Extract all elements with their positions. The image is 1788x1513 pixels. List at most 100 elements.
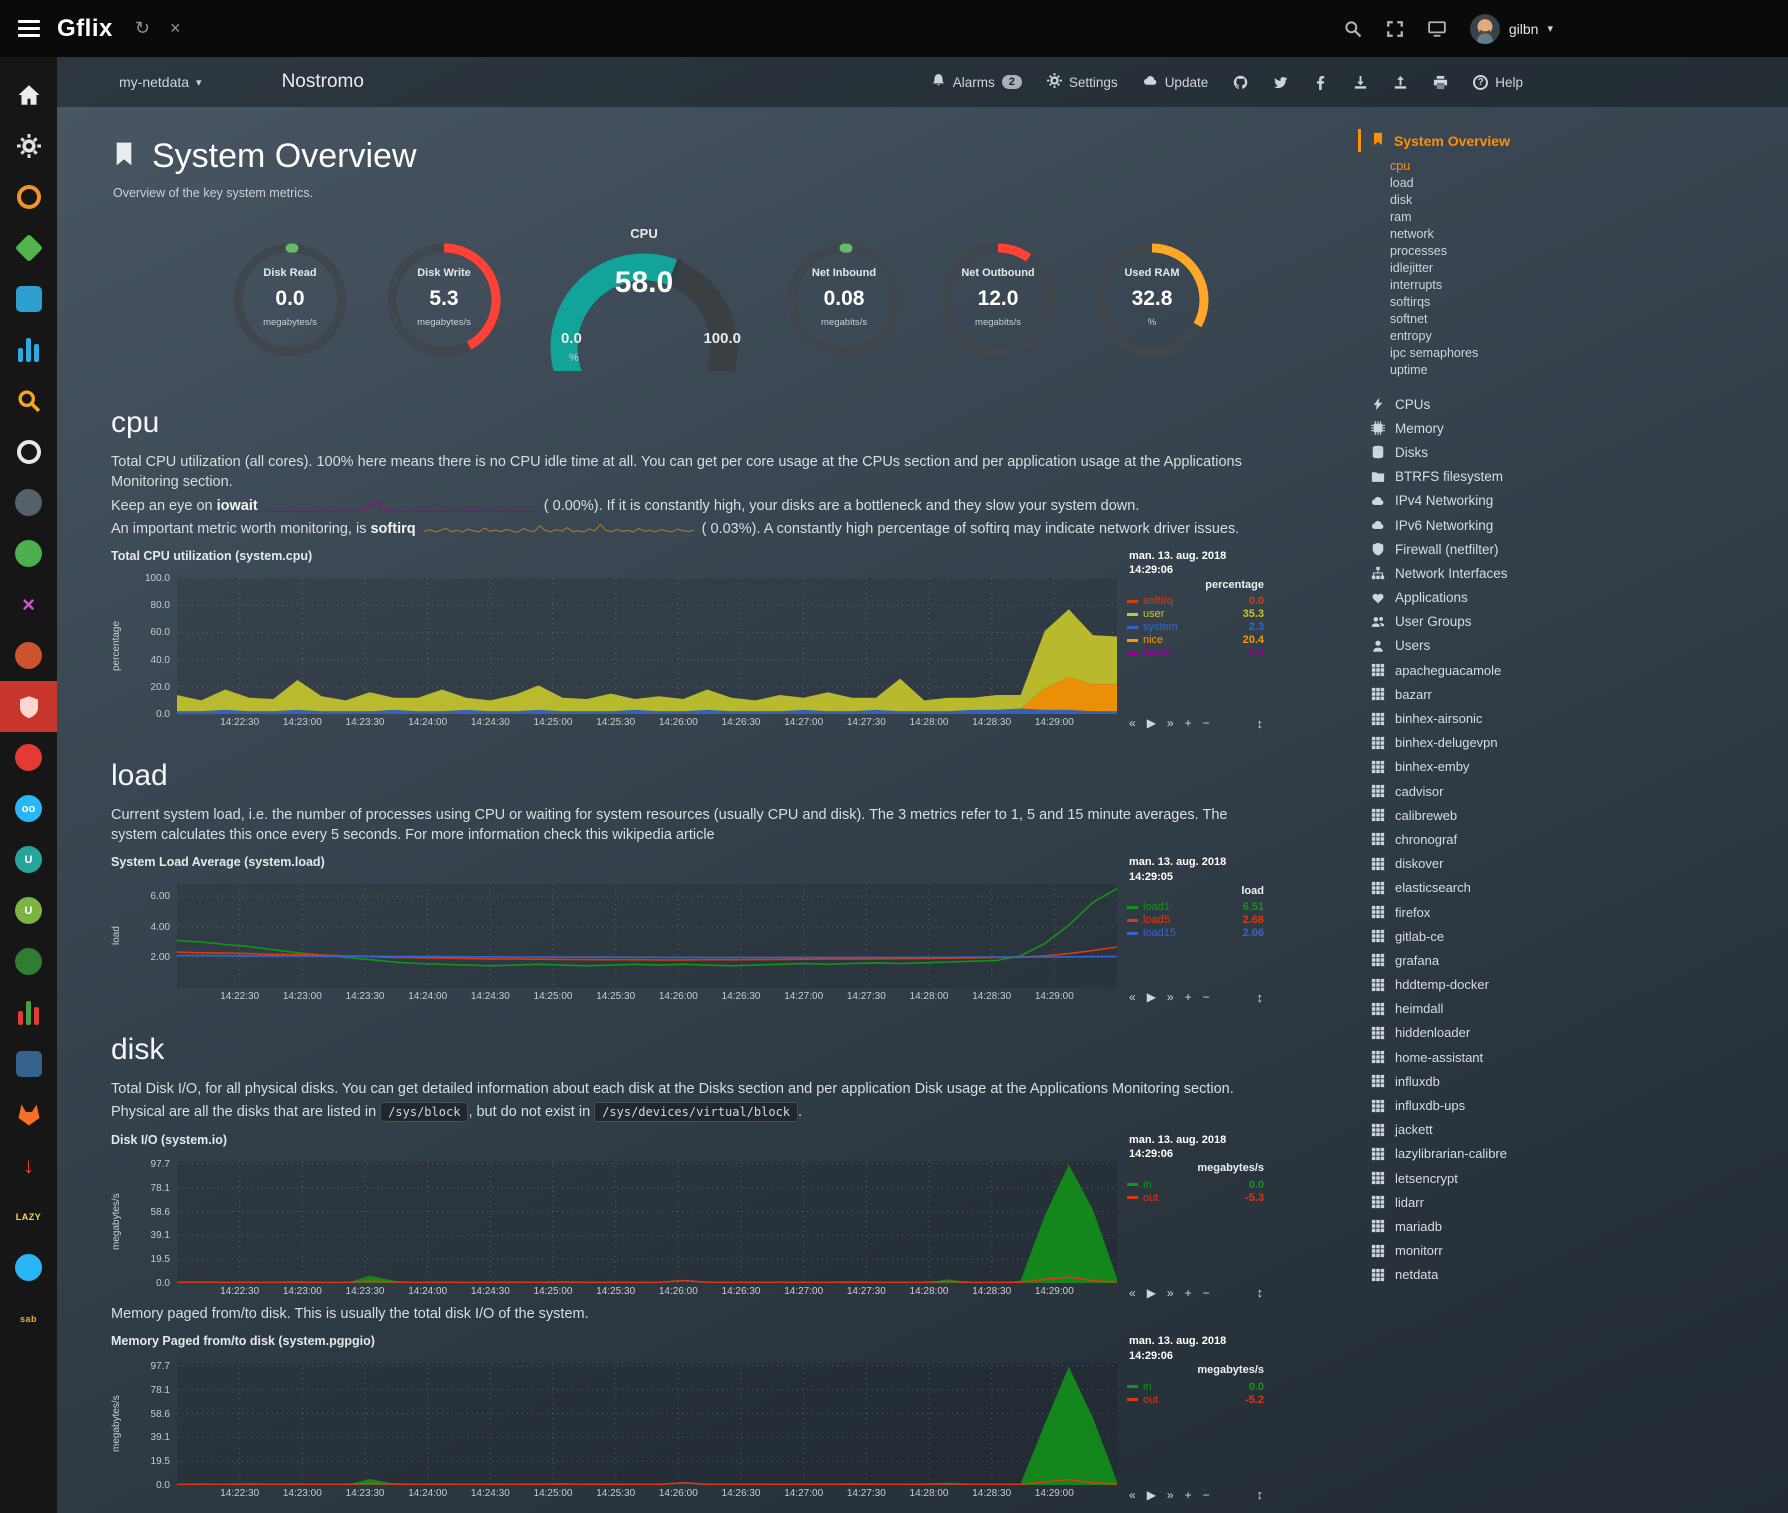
nav-sub-idlejitter[interactable]: idlejitter (1390, 259, 1788, 276)
nav-app-firefox[interactable]: firefox (1358, 900, 1788, 924)
nav-sub-cpu[interactable]: cpu (1390, 157, 1788, 174)
red-dots-app-icon[interactable] (0, 732, 57, 783)
nav-section-disks[interactable]: Disks (1358, 440, 1788, 464)
display-icon[interactable] (1428, 20, 1446, 38)
lazylibrarian-app-icon[interactable]: LAZY (0, 1191, 57, 1242)
nav-app-calibreweb[interactable]: calibreweb (1358, 803, 1788, 827)
nav-app-monitorr[interactable]: monitorr (1358, 1239, 1788, 1263)
nav-app-elasticsearch[interactable]: elasticsearch (1358, 876, 1788, 900)
nav-app-letsencrypt[interactable]: letsencrypt (1358, 1166, 1788, 1190)
chart-zoom-in-button[interactable]: + (1185, 717, 1192, 729)
refresh-tab-icon[interactable]: ↻ (135, 18, 150, 39)
import-snapshot-icon[interactable] (1353, 75, 1368, 90)
sabnzbd-app-icon[interactable]: sab (0, 1293, 57, 1344)
legend-item-load5[interactable]: load5 2.68 (1127, 914, 1267, 927)
export-snapshot-icon[interactable] (1393, 75, 1408, 90)
help-button[interactable]: ? Help (1473, 75, 1523, 90)
nav-app-netdata[interactable]: netdata (1358, 1263, 1788, 1287)
nav-app-jackett[interactable]: jackett (1358, 1118, 1788, 1142)
chart-zoom-out-button[interactable]: − (1203, 1287, 1210, 1299)
nav-sub-processes[interactable]: processes (1390, 242, 1788, 259)
chart-pan-left-button[interactable]: « (1129, 717, 1136, 729)
legend-item-system[interactable]: system 2.3 (1127, 621, 1267, 634)
disk-write-gauge[interactable]: Disk Write 5.3 megabytes/s (385, 241, 503, 363)
nav-app-apacheguacamole[interactable]: apacheguacamole (1358, 658, 1788, 682)
legend-item-in[interactable]: in 0.0 (1127, 1380, 1267, 1393)
chart-pan-left-button[interactable]: « (1129, 991, 1136, 1003)
green-u-app-icon[interactable]: U (0, 885, 57, 936)
home-tab-icon[interactable] (0, 69, 57, 120)
memory-paged-chart-plot[interactable] (177, 1363, 1117, 1485)
legend-item-iowait[interactable]: iowait 0.0 (1127, 647, 1267, 660)
search-icon[interactable] (1344, 20, 1362, 38)
nav-app-grafana[interactable]: grafana (1358, 948, 1788, 972)
nav-sub-ipc-semaphores[interactable]: ipc semaphores (1390, 344, 1788, 361)
red-shield-app-icon[interactable] (0, 681, 57, 732)
fullscreen-icon[interactable] (1386, 20, 1404, 38)
used-ram-gauge[interactable]: Used RAM 32.8 % (1093, 241, 1211, 363)
legend-item-out[interactable]: out -5.2 (1127, 1393, 1267, 1406)
red-download-app-icon[interactable]: ↓ (0, 1140, 57, 1191)
gitlab-fox-app-icon[interactable] (0, 1089, 57, 1140)
chart-play-button[interactable]: ▶ (1147, 717, 1156, 729)
orange-ring-app-icon[interactable] (0, 171, 57, 222)
nav-app-gitlab-ce[interactable]: gitlab-ce (1358, 924, 1788, 948)
dark-green-circle-app-icon[interactable] (0, 936, 57, 987)
chart-zoom-out-button[interactable]: − (1203, 991, 1210, 1003)
nav-sub-load[interactable]: load (1390, 174, 1788, 191)
facebook-icon[interactable] (1313, 75, 1328, 90)
legend-item-out[interactable]: out -5.3 (1127, 1191, 1267, 1204)
chart-pan-right-button[interactable]: » (1167, 1287, 1174, 1299)
load-chart-plot[interactable] (177, 884, 1117, 988)
nav-app-hiddenloader[interactable]: hiddenloader (1358, 1021, 1788, 1045)
chart-pan-right-button[interactable]: » (1167, 717, 1174, 729)
chart-play-button[interactable]: ▶ (1147, 1489, 1156, 1501)
legend-item-softirq[interactable]: softirq 0.0 (1127, 595, 1267, 608)
nav-app-diskover[interactable]: diskover (1358, 852, 1788, 876)
nav-sub-interrupts[interactable]: interrupts (1390, 276, 1788, 293)
nav-app-mariadb[interactable]: mariadb (1358, 1214, 1788, 1238)
nav-section-applications[interactable]: Applications (1358, 586, 1788, 610)
nav-section-cpus[interactable]: CPUs (1358, 392, 1788, 416)
nav-sub-disk[interactable]: disk (1390, 191, 1788, 208)
nav-group-system-overview[interactable]: System Overview (1358, 129, 1788, 152)
blue-drop-app-icon[interactable] (0, 1242, 57, 1293)
github-icon[interactable] (1233, 75, 1248, 90)
nav-app-chronograf[interactable]: chronograf (1358, 827, 1788, 851)
chart-pan-left-button[interactable]: « (1129, 1287, 1136, 1299)
nav-sub-ram[interactable]: ram (1390, 208, 1788, 225)
blue-oo-app-icon[interactable]: oo (0, 783, 57, 834)
nav-sub-network[interactable]: network (1390, 225, 1788, 242)
nav-section-ipv4-networking[interactable]: IPv4 Networking (1358, 489, 1788, 513)
alarms-button[interactable]: Alarms 2 (931, 73, 1022, 91)
host-selector-dropdown[interactable]: my-netdata▾ (119, 74, 202, 90)
legend-item-load15[interactable]: load15 2.06 (1127, 927, 1267, 940)
chart-pan-left-button[interactable]: « (1129, 1489, 1136, 1501)
chart-zoom-in-button[interactable]: + (1185, 991, 1192, 1003)
legend-item-in[interactable]: in 0.0 (1127, 1178, 1267, 1191)
green-circle-app-icon[interactable] (0, 528, 57, 579)
nav-section-user-groups[interactable]: User Groups (1358, 610, 1788, 634)
close-tab-icon[interactable]: × (170, 18, 181, 39)
jackett-app-icon[interactable] (0, 630, 57, 681)
red-green-bars-app-icon[interactable] (0, 987, 57, 1038)
nav-app-hddtemp-docker[interactable]: hddtemp-docker (1358, 973, 1788, 997)
chart-play-button[interactable]: ▶ (1147, 1287, 1156, 1299)
nav-app-bazarr[interactable]: bazarr (1358, 682, 1788, 706)
nav-sub-softnet[interactable]: softnet (1390, 310, 1788, 327)
nav-app-heimdall[interactable]: heimdall (1358, 997, 1788, 1021)
nav-section-users[interactable]: Users (1358, 634, 1788, 658)
nav-app-binhex-emby[interactable]: binhex-emby (1358, 755, 1788, 779)
chart-pan-right-button[interactable]: » (1167, 1489, 1174, 1501)
dark-sphere-app-icon[interactable] (0, 477, 57, 528)
chart-pan-right-button[interactable]: » (1167, 991, 1174, 1003)
twitter-icon[interactable] (1273, 75, 1288, 90)
nav-app-influxdb[interactable]: influxdb (1358, 1069, 1788, 1093)
white-ring-app-icon[interactable] (0, 426, 57, 477)
nav-app-home-assistant[interactable]: home-assistant (1358, 1045, 1788, 1069)
teal-u-app-icon[interactable]: U (0, 834, 57, 885)
print-icon[interactable] (1433, 75, 1448, 90)
nav-app-cadvisor[interactable]: cadvisor (1358, 779, 1788, 803)
blue-square-app-icon[interactable] (0, 273, 57, 324)
nav-sub-uptime[interactable]: uptime (1390, 361, 1788, 378)
